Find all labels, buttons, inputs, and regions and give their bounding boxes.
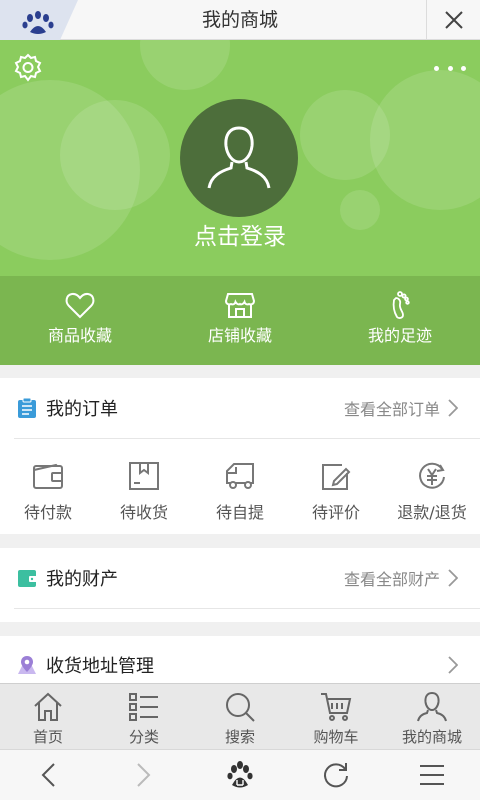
tab-home[interactable]: 首页 — [0, 684, 96, 749]
refresh-icon — [324, 763, 348, 788]
fav-label: 商品收藏 — [47, 326, 112, 345]
browser-toolbar — [0, 749, 480, 800]
title-bar: 我的商城 — [0, 0, 480, 40]
favorite-stores-button[interactable]: 店铺收藏 — [160, 276, 320, 365]
chevron-right-icon — [137, 763, 151, 787]
wallet-icon — [33, 463, 63, 489]
baidu-home-button[interactable] — [192, 750, 288, 800]
pending-receipt-button[interactable]: 待收货 — [96, 439, 192, 534]
bg-bubble — [60, 100, 170, 210]
location-pin-icon — [18, 656, 36, 674]
chevron-left-icon — [41, 763, 55, 787]
bottom-tab-bar: 首页 分类 搜索 购物车 我的商城 — [0, 683, 480, 749]
fav-label: 我的足迹 — [367, 326, 432, 345]
pending-review-button[interactable]: 待评价 — [288, 439, 384, 534]
footprint-button[interactable]: 我的足迹 — [320, 276, 480, 365]
pending-pickup-button[interactable]: 待自提 — [192, 439, 288, 534]
assets-title: 我的财产 — [46, 569, 118, 590]
divider — [14, 608, 480, 609]
order-label: 退款/退货 — [397, 503, 467, 522]
refund-icon — [419, 462, 445, 489]
address-card: 收货地址管理 — [0, 636, 480, 683]
footprint-icon — [392, 291, 410, 319]
heart-icon — [65, 292, 95, 319]
bg-bubble — [140, 40, 230, 90]
orders-header[interactable]: 我的订单 查看全部订单 — [0, 378, 480, 438]
menu-button[interactable] — [384, 750, 480, 800]
clipboard-icon — [18, 397, 36, 418]
list-icon — [129, 693, 158, 721]
order-label: 待自提 — [215, 503, 264, 522]
more-dot — [461, 65, 466, 71]
pending-payment-button[interactable]: 待付款 — [0, 439, 96, 534]
order-label: 待付款 — [23, 503, 72, 522]
package-icon — [129, 462, 159, 490]
address-manage-link[interactable] — [440, 656, 458, 674]
edit-icon — [322, 464, 351, 490]
link-label: 查看全部订单 — [343, 400, 440, 419]
profile-header: 点击登录 商品收藏 店铺收藏 我的足迹 — [0, 40, 480, 365]
search-icon — [226, 693, 255, 722]
address-header[interactable]: 收货地址管理 — [0, 636, 480, 683]
close-button[interactable] — [426, 0, 480, 40]
store-icon — [224, 293, 256, 318]
tab-my-mall[interactable]: 我的商城 — [384, 684, 480, 749]
link-label: 查看全部财产 — [343, 570, 440, 589]
assets-header[interactable]: 我的财产 查看全部财产 — [0, 548, 480, 608]
assets-card: 我的财产 查看全部财产 — [0, 548, 480, 622]
tab-cart[interactable]: 购物车 — [288, 684, 384, 749]
tab-label: 首页 — [32, 728, 63, 746]
avatar[interactable] — [180, 99, 298, 217]
chevron-right-icon — [448, 656, 458, 674]
order-label: 待收货 — [119, 503, 168, 522]
back-button[interactable] — [0, 750, 96, 800]
baidu-paw-icon — [227, 761, 253, 788]
fav-label: 店铺收藏 — [207, 326, 272, 345]
refund-return-button[interactable]: 退款/退货 — [384, 439, 480, 534]
tab-category[interactable]: 分类 — [96, 684, 192, 749]
user-icon — [417, 691, 447, 722]
more-dot — [434, 65, 439, 71]
tab-label: 分类 — [128, 728, 159, 746]
close-icon — [444, 11, 463, 29]
wallet-card-icon — [18, 570, 37, 587]
truck-icon — [226, 463, 254, 489]
user-silhouette-icon — [207, 126, 271, 189]
view-all-orders-link[interactable]: 查看全部订单 — [344, 396, 458, 420]
more-menu-button[interactable] — [434, 62, 466, 74]
bg-bubble — [370, 70, 480, 210]
orders-title: 我的订单 — [46, 399, 118, 420]
order-status-row: 待付款 待收货 待自提 待评价 退款/退货 — [0, 439, 480, 534]
tab-search[interactable]: 搜索 — [192, 684, 288, 749]
address-title: 收货地址管理 — [46, 656, 154, 677]
refresh-button[interactable] — [288, 750, 384, 800]
hamburger-menu-icon — [420, 765, 444, 785]
tab-label: 我的商城 — [401, 728, 462, 746]
chevron-right-icon — [448, 569, 458, 587]
order-label: 待评价 — [311, 503, 360, 522]
favorite-products-button[interactable]: 商品收藏 — [0, 276, 160, 365]
tab-label: 搜索 — [224, 728, 255, 746]
page-title: 我的商城 — [201, 9, 278, 31]
orders-card: 我的订单 查看全部订单 待付款 待收货 待自提 待评价 退款/退货 — [0, 378, 480, 534]
more-dot — [447, 65, 453, 71]
tab-label: 购物车 — [313, 728, 359, 746]
login-link[interactable]: 点击登录 — [0, 217, 480, 251]
forward-button[interactable] — [96, 750, 192, 800]
cart-icon — [321, 693, 352, 721]
chevron-right-icon — [448, 399, 458, 417]
settings-gear-icon[interactable] — [12, 52, 44, 84]
home-icon — [34, 692, 62, 721]
favorites-bar: 商品收藏 店铺收藏 我的足迹 — [0, 276, 480, 365]
view-all-assets-link[interactable]: 查看全部财产 — [344, 566, 458, 590]
